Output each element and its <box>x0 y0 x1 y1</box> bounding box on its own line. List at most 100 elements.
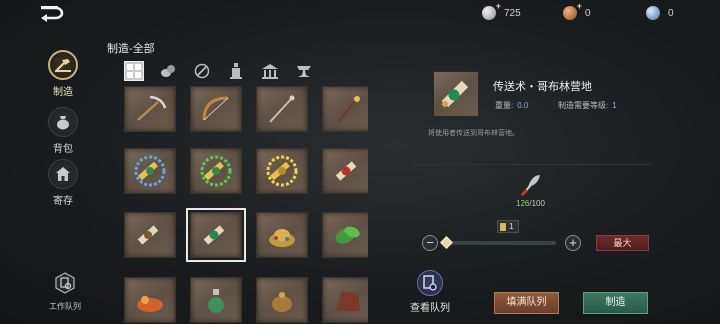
back-button[interactable] <box>38 4 64 22</box>
feather-material-icon <box>520 175 540 197</box>
level-label: 制造需要等级: <box>558 101 609 110</box>
nav-item-bag[interactable]: 背包 <box>38 107 88 155</box>
currency-value: 0 <box>668 7 674 19</box>
work-queue-icon <box>55 272 75 294</box>
material-slot[interactable] <box>515 172 547 198</box>
material-have: 126 <box>516 199 530 208</box>
tab-all[interactable] <box>124 61 144 81</box>
nav-circle <box>48 50 78 80</box>
fill-queue-button[interactable]: 填满队列 <box>494 292 559 314</box>
queue-circle <box>417 270 443 296</box>
quantity-scroll-icon <box>500 222 506 231</box>
nav-circle <box>48 107 78 137</box>
item-weight: 重量: 0.0 <box>495 100 528 111</box>
nav-label: 背包 <box>53 144 73 155</box>
materials-icon <box>161 65 175 77</box>
building-icon <box>262 63 278 79</box>
level-value: 1 <box>612 101 617 110</box>
top-bar: + 725 + 0 0 <box>0 0 720 28</box>
potion-icon <box>230 63 242 79</box>
teleport-scroll-blue-icon <box>134 155 166 187</box>
grid-cell[interactable] <box>322 277 368 323</box>
grid-cell[interactable] <box>256 277 308 323</box>
selected-item-icon-frame <box>433 71 479 117</box>
grid-cell[interactable] <box>124 148 176 194</box>
silver-coin-icon: + <box>482 1 501 20</box>
grid-cell[interactable] <box>256 148 308 194</box>
weight-label: 重量: <box>495 101 514 110</box>
queue-list-icon <box>423 275 437 291</box>
max-button[interactable]: 最大 <box>596 235 649 251</box>
work-queue-label: 工作队列 <box>49 302 81 311</box>
anvil-icon <box>297 65 311 77</box>
teleport-scroll-green-icon <box>200 155 232 187</box>
scroll-icon <box>137 225 159 245</box>
material-count: 126/100 <box>516 199 545 208</box>
grid-cell[interactable] <box>124 212 176 258</box>
bronze-coin-icon: + <box>563 1 582 20</box>
nav-item-craft[interactable]: 制造 <box>38 50 88 98</box>
staff-icon <box>269 95 295 123</box>
grid-cell[interactable] <box>190 148 242 194</box>
nav-item-storage[interactable]: 寄存 <box>38 159 88 207</box>
gold-pile-icon <box>269 229 295 247</box>
quantity-slider[interactable] <box>442 241 556 245</box>
tab-scrolls[interactable] <box>192 61 212 81</box>
currency-bronze[interactable]: + 0 <box>563 1 591 20</box>
divider <box>412 164 652 165</box>
fire-ore-icon <box>137 296 163 312</box>
grid-cell[interactable] <box>256 86 308 132</box>
tab-forge[interactable] <box>294 61 314 81</box>
currency-gem[interactable]: 0 <box>646 6 674 20</box>
red-scroll-icon <box>335 161 357 181</box>
grid-cell-selected[interactable] <box>186 208 246 262</box>
plus-icon: + <box>576 1 582 11</box>
back-arrow-icon <box>41 6 64 22</box>
view-queue-button[interactable]: 查看队列 <box>408 270 452 314</box>
herb-icon <box>335 226 360 244</box>
view-queue-label: 查看队列 <box>410 303 450 314</box>
teleport-scroll-gold-icon <box>266 155 298 187</box>
bag-icon <box>57 116 69 130</box>
grid-cell[interactable] <box>322 148 368 194</box>
currency-value: 725 <box>504 7 521 19</box>
tab-potions[interactable] <box>226 61 246 81</box>
blue-gem-icon <box>646 6 660 20</box>
wand-icon <box>337 96 360 123</box>
grid-cell[interactable] <box>322 212 368 258</box>
storage-icon <box>56 167 70 181</box>
grid-cell[interactable] <box>322 86 368 132</box>
leather-icon <box>336 291 360 311</box>
nav-label: 制造 <box>53 87 73 98</box>
grid-cell[interactable] <box>124 86 176 132</box>
grid-cell[interactable] <box>124 277 176 323</box>
all-grid-icon <box>127 64 141 78</box>
bow-icon <box>202 96 229 121</box>
material-need: /100 <box>529 199 545 208</box>
pickaxe-icon <box>137 95 167 121</box>
tab-materials[interactable] <box>158 61 178 81</box>
quantity-value: 1 <box>509 222 514 231</box>
weight-value: 0.0 <box>517 101 529 110</box>
item-name: 传送术・哥布林营地 <box>493 81 592 93</box>
currency-value: 0 <box>585 7 591 19</box>
grid-cell[interactable] <box>256 212 308 258</box>
nav-label: 寄存 <box>53 196 73 207</box>
decrease-button[interactable]: − <box>422 235 438 251</box>
teleport-scroll-icon <box>203 225 225 245</box>
grid-cell[interactable] <box>190 277 242 323</box>
teleport-scroll-icon <box>441 80 469 108</box>
craft-icon <box>55 59 71 72</box>
scroll-icon <box>194 63 210 79</box>
increase-button[interactable]: + <box>565 235 581 251</box>
grid-cell[interactable] <box>190 86 242 132</box>
item-level-req: 制造需要等级: 1 <box>558 100 617 111</box>
craft-button[interactable]: 制造 <box>583 292 648 314</box>
nav-circle <box>48 159 78 189</box>
slider-handle[interactable] <box>440 236 453 249</box>
work-queue-button[interactable]: 工作队列 <box>40 272 90 312</box>
tab-buildings[interactable] <box>260 61 280 81</box>
plus-icon: + <box>495 1 501 11</box>
currency-silver[interactable]: + 725 <box>482 1 521 20</box>
item-description: 将使用者传送到哥布林营地。 <box>428 130 519 137</box>
